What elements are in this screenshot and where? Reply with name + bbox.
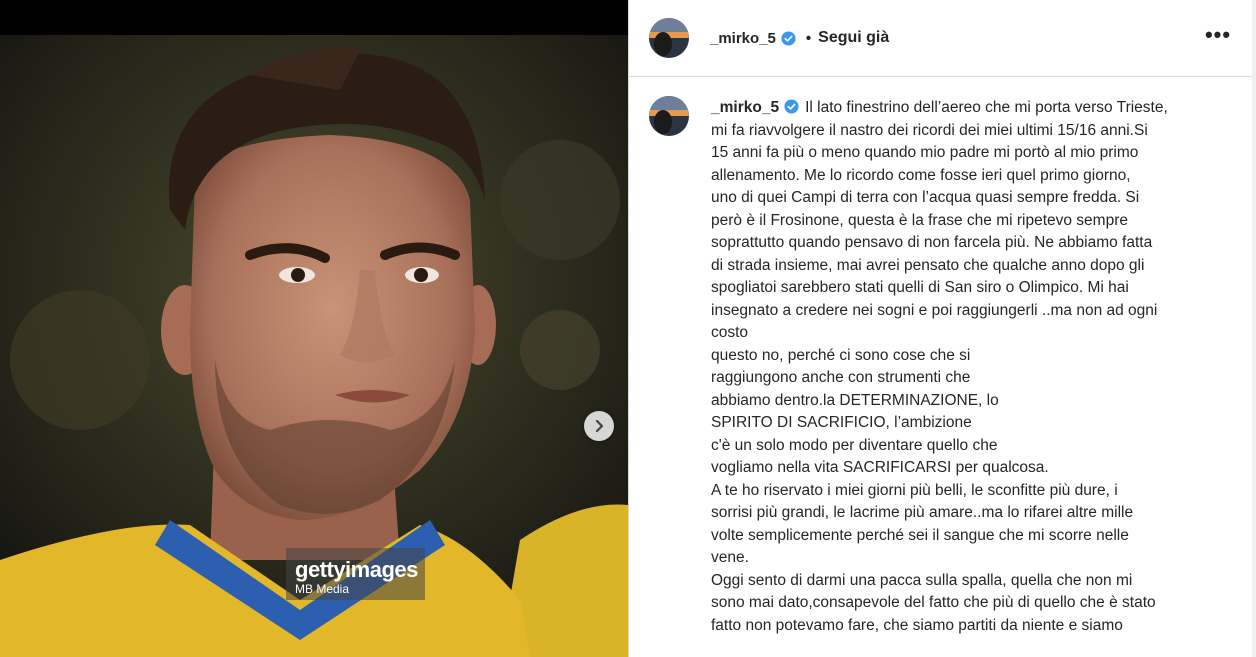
caption-line: abbiamo dentro.la DETERMINAZIONE, lo: [711, 391, 999, 409]
avatar-image: [649, 96, 689, 136]
caption-line: sono mai dato,consapevole del fatto che …: [711, 594, 1156, 611]
caption-line: allenamento. Me lo ricordo come fosse ie…: [711, 166, 1131, 184]
caption-line: uno di quei Campi di terra con l’acqua q…: [711, 189, 1140, 206]
caption-line: sorrisi più grandi, le lacrime più amare…: [711, 504, 1134, 521]
header-user: _mirko_5 • Segui già: [710, 29, 889, 47]
caption-line: SPIRITO DI SACRIFICIO, l’ambizione: [711, 414, 972, 431]
caption-line: questo no, perché ci sono cose che si: [711, 346, 971, 364]
caption-line: però è il Frosinone, questa è la frase c…: [711, 211, 1128, 229]
caption-line: costo: [711, 324, 749, 341]
post-side-panel: _mirko_5 • Segui già ••• _mirko_5 Il lato…: [628, 0, 1253, 657]
separator-dot: •: [805, 29, 812, 47]
caption-line-text: Il lato finestrino dell’aereo che mi por…: [805, 99, 1168, 116]
caption-avatar[interactable]: [649, 96, 689, 136]
caption-line: c'è un solo modo per diventare quello ch…: [711, 436, 998, 454]
caption-line: A te ho riservato i miei giorni più bell…: [711, 481, 1118, 499]
caption-line: raggiungono anche con strumenti che: [711, 369, 971, 386]
caption-text: _mirko_5 Il lato finestrino dell’aereo ch…: [711, 97, 1235, 637]
caption-line: di strada insieme, mai avrei pensato che…: [711, 256, 1145, 274]
caption-line: volte semplicemente perché sei il sangue…: [711, 526, 1129, 544]
following-button[interactable]: Segui già: [818, 29, 889, 47]
getty-watermark: gettyimages MB Media: [286, 548, 425, 600]
post-photo[interactable]: gettyimages MB Media: [0, 0, 628, 657]
caption-line: vogliamo nella vita SACRIFICARSI per qua…: [711, 459, 1049, 476]
caption-line: insegnato a credere nei sogni e poi ragg…: [711, 301, 1158, 319]
verified-badge-icon: [781, 30, 796, 46]
caption-line: _mirko_5 Il lato finestrino dell’aereo ch…: [711, 97, 1235, 120]
caption-line: fatto non potevamo fare, che siamo parti…: [711, 616, 1123, 634]
author-username[interactable]: _mirko_5: [710, 30, 776, 47]
more-options-icon[interactable]: •••: [1203, 24, 1233, 50]
caption-line: 15 anni fa più o meno quando mio padre m…: [711, 144, 1139, 161]
verified-badge-icon: [784, 99, 799, 114]
caption-line: vene.: [711, 549, 749, 566]
caption-line: Oggi sento di darmi una pacca sulla spal…: [711, 571, 1133, 589]
caption-line: mi fa riavvolgere il nastro dei ricordi …: [711, 121, 1148, 139]
avatar-image: [649, 18, 689, 58]
caption-line: soprattutto quando pensavo di non farcel…: [711, 234, 1153, 251]
chevron-right-icon: [595, 419, 604, 433]
post-header: _mirko_5 • Segui già •••: [629, 0, 1253, 77]
next-photo-button[interactable]: [584, 411, 614, 441]
caption-line: spogliatoi sarebbero stati quelli di San…: [711, 279, 1129, 296]
watermark-credit: MB Media: [295, 582, 350, 596]
scrollbar[interactable]: [1252, 0, 1256, 657]
caption-author[interactable]: _mirko_5: [711, 99, 779, 116]
watermark-brand: gettyimages: [295, 557, 418, 582]
avatar[interactable]: [649, 18, 689, 58]
